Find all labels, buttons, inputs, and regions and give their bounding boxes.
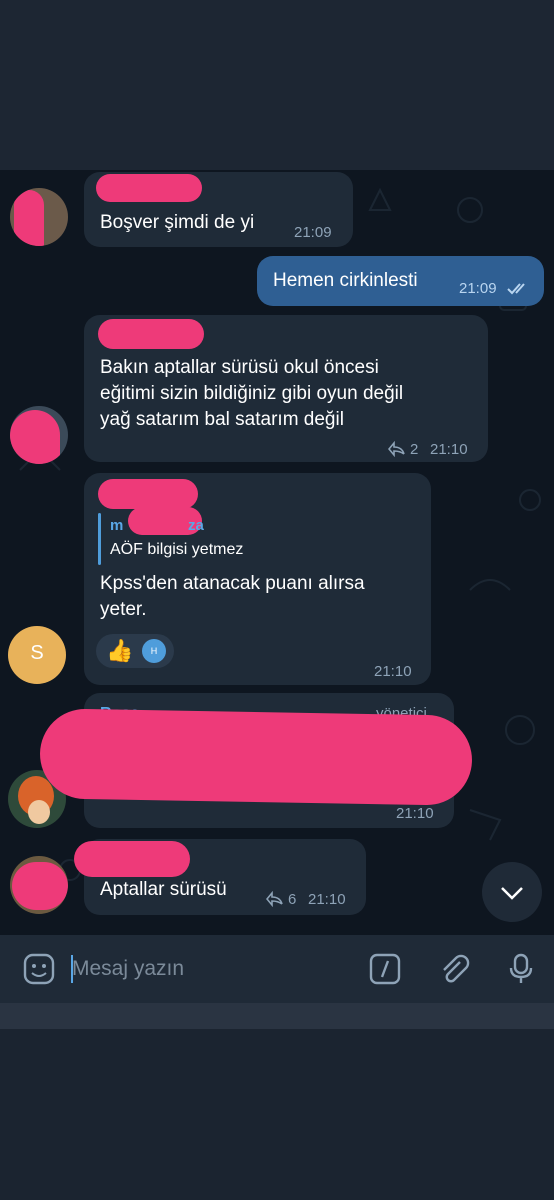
message-text-line: yağ satarım bal satarım değil [100, 409, 344, 430]
sticker-icon[interactable] [22, 952, 56, 986]
reply-count-icon [388, 441, 405, 457]
chat-area[interactable]: Boşver şimdi de yi 21:09 Hemen cirkinles… [0, 170, 554, 935]
message-text-line: Kpss'den atanacak puanı alırsa [100, 573, 365, 594]
scroll-down-button[interactable] [482, 862, 542, 922]
redacted-name [96, 174, 202, 202]
scroll-down-icon [501, 887, 523, 900]
top-dark-area [0, 0, 554, 170]
reply-count-icon [266, 891, 283, 907]
message-input[interactable]: Mesaj yazın [72, 957, 184, 981]
avatar[interactable] [10, 406, 68, 464]
redacted-name [98, 479, 198, 509]
message-bubble[interactable]: Bakın aptallar sürüsü okul öncesi eğitim… [84, 315, 488, 462]
thumbs-up-icon: 👍 [106, 638, 134, 663]
message-time: 21:10 [374, 663, 412, 680]
message-text-line: eğitimi sizin bildiğiniz gibi oyun değil [100, 383, 404, 404]
mic-icon[interactable] [504, 952, 538, 986]
message-time: 21:09 [459, 280, 497, 297]
reply-author-tail: za [188, 517, 204, 534]
avatar[interactable] [10, 856, 68, 914]
message-time: 21:09 [294, 224, 332, 241]
reply-author: m [110, 517, 124, 534]
message-bubble[interactable]: m za AÖF bilgisi yetmez Kpss'den atanaca… [84, 473, 431, 685]
avatar[interactable]: S [8, 626, 66, 684]
reply-count: 6 [288, 891, 297, 908]
message-bubble-outgoing[interactable]: Hemen cirkinlesti 21:09 [257, 256, 544, 306]
read-check-icon [507, 283, 525, 295]
message-time: 21:10 [308, 891, 346, 908]
system-nav-area [0, 1003, 554, 1200]
reply-text: AÖF bilgisi yetmez [110, 541, 244, 558]
message-text-line: yeter. [100, 599, 147, 620]
command-icon[interactable] [368, 952, 402, 986]
reply-quote-bar [98, 513, 101, 565]
message-text-line: Bakın aptallar sürüsü okul öncesi [100, 357, 379, 378]
reaction-chip[interactable]: 👍 H [96, 634, 174, 668]
message-input-bar: Mesaj yazın [0, 935, 554, 1003]
message-bubble[interactable]: Aptallar sürüsü 6 21:10 [74, 839, 366, 915]
redacted-name [98, 319, 204, 349]
redacted-name [74, 841, 190, 877]
attach-icon[interactable] [436, 952, 470, 986]
message-bubble[interactable]: Boşver şimdi de yi 21:09 [84, 172, 353, 247]
redacted-content [39, 708, 473, 806]
avatar[interactable] [10, 188, 68, 246]
message-time: 21:10 [430, 441, 468, 458]
avatar-letter: S [30, 642, 44, 664]
message-text: Hemen cirkinlesti [273, 270, 418, 291]
message-time: 21:10 [396, 805, 434, 822]
reply-count: 2 [410, 441, 419, 458]
reaction-avatar: H [142, 639, 166, 663]
message-text: Aptallar sürüsü [100, 879, 227, 900]
message-text: Boşver şimdi de yi [100, 212, 255, 233]
